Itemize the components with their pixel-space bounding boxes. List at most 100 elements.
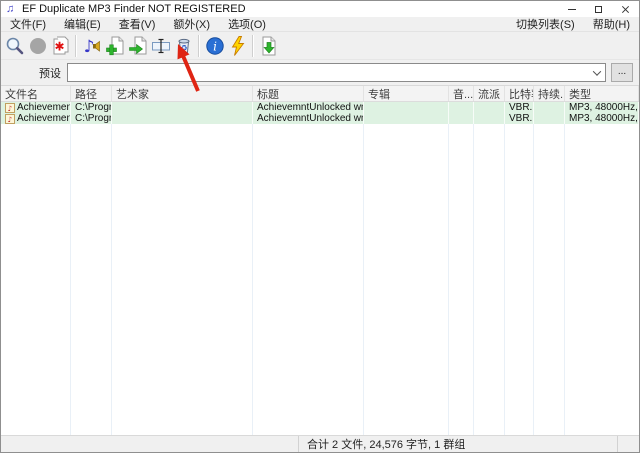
maximize-icon bbox=[595, 6, 602, 13]
menu-bar: 文件(F) 编辑(E) 查看(V) 额外(X) 选项(O) 切换列表(S) 帮助… bbox=[1, 17, 639, 32]
info-button[interactable]: i bbox=[203, 34, 226, 58]
column-header-path[interactable]: 路径 bbox=[71, 86, 112, 101]
preset-label: 预设 bbox=[39, 65, 61, 81]
search-icon bbox=[5, 36, 25, 56]
app-logo-icon: ♫ bbox=[6, 3, 18, 15]
cell-filename: ♪ AchievementU... bbox=[1, 113, 71, 124]
cell-duration bbox=[534, 113, 565, 124]
maximize-button[interactable] bbox=[585, 1, 612, 17]
status-panel-left bbox=[1, 436, 299, 452]
table-row[interactable]: ♪ AchievementU... C:\Progra... Achievemn… bbox=[1, 113, 639, 124]
cell-path: C:\Progra... bbox=[71, 113, 112, 124]
stop-icon bbox=[28, 36, 48, 56]
cell-bitrate: VBR... bbox=[505, 113, 534, 124]
svg-text:✱: ✱ bbox=[54, 39, 64, 53]
export-button[interactable] bbox=[257, 34, 280, 58]
preset-input[interactable] bbox=[68, 64, 588, 81]
empty-list-area[interactable] bbox=[1, 124, 639, 435]
delete-recycle-button[interactable]: ♻ bbox=[172, 34, 195, 58]
rename-icon bbox=[151, 36, 171, 56]
menu-edit[interactable]: 编辑(E) bbox=[55, 17, 110, 31]
column-header-album[interactable]: 专辑 bbox=[364, 86, 449, 101]
cell-album bbox=[364, 113, 449, 124]
title-bar: ♫ EF Duplicate MP3 Finder NOT REGISTERED bbox=[1, 1, 639, 17]
add-file-button[interactable] bbox=[103, 34, 126, 58]
close-button[interactable] bbox=[612, 1, 639, 17]
app-window: ♫ EF Duplicate MP3 Finder NOT REGISTERED… bbox=[0, 0, 640, 453]
minimize-icon bbox=[568, 9, 576, 10]
search-button[interactable] bbox=[3, 34, 26, 58]
menu-options[interactable]: 选项(O) bbox=[219, 17, 275, 31]
column-header-duration[interactable]: 持续... bbox=[534, 86, 565, 101]
stop-button bbox=[26, 34, 49, 58]
menu-view[interactable]: 查看(V) bbox=[110, 17, 165, 31]
table-row[interactable]: ♪ AchievementU... C:\Progra... Achievemn… bbox=[1, 102, 639, 113]
column-header-artist[interactable]: 艺术家 bbox=[112, 86, 253, 101]
svg-text:i: i bbox=[213, 39, 217, 53]
close-icon bbox=[621, 5, 630, 14]
listen-button[interactable]: ♪ bbox=[80, 34, 103, 58]
cell-type: MP3, 48000Hz, Joi bbox=[565, 102, 639, 113]
cell-path: C:\Progra... bbox=[71, 102, 112, 113]
column-header-bitrate[interactable]: 比特率 bbox=[505, 86, 534, 101]
cell-title: AchievemntUnlocked wma bbox=[253, 113, 364, 124]
cell-filename: ♪ AchievementU... bbox=[1, 102, 71, 113]
recycle-bin-icon: ♻ bbox=[174, 36, 194, 56]
svg-text:♪: ♪ bbox=[83, 37, 94, 56]
cell-track bbox=[449, 102, 474, 113]
menu-switch-list[interactable]: 切换列表(S) bbox=[507, 17, 584, 31]
new-search-button[interactable]: ✱ bbox=[49, 34, 72, 58]
rename-button[interactable] bbox=[149, 34, 172, 58]
status-bar: 合计 2 文件, 24,576 字节, 1 群组 bbox=[1, 435, 639, 452]
column-header-title[interactable]: 标题 bbox=[253, 86, 364, 101]
toolbar-separator bbox=[75, 35, 77, 57]
info-icon: i bbox=[205, 36, 225, 56]
toolbar-separator bbox=[198, 35, 200, 57]
cell-album bbox=[364, 102, 449, 113]
column-header-type[interactable]: 类型 bbox=[565, 86, 639, 101]
status-summary: 合计 2 文件, 24,576 字节, 1 群组 bbox=[299, 436, 618, 452]
filename-text: AchievementU... bbox=[17, 113, 71, 124]
chevron-down-icon bbox=[592, 67, 600, 75]
column-header-track[interactable]: 音... bbox=[449, 86, 474, 101]
column-header-genre[interactable]: 流派 bbox=[474, 86, 505, 101]
window-controls bbox=[558, 1, 639, 17]
cell-bitrate: VBR... bbox=[505, 102, 534, 113]
cell-artist bbox=[112, 113, 253, 124]
preset-combobox[interactable] bbox=[67, 63, 606, 82]
move-file-button[interactable] bbox=[126, 34, 149, 58]
window-title: EF Duplicate MP3 Finder NOT REGISTERED bbox=[22, 3, 246, 15]
cell-artist bbox=[112, 102, 253, 113]
cell-type: MP3, 48000Hz, Joi bbox=[565, 113, 639, 124]
cell-genre bbox=[474, 102, 505, 113]
minimize-button[interactable] bbox=[558, 1, 585, 17]
preset-row: 预设 ... bbox=[1, 60, 639, 86]
menu-help[interactable]: 帮助(H) bbox=[584, 17, 639, 31]
audio-file-icon: ♪ bbox=[5, 103, 15, 113]
cell-track bbox=[449, 113, 474, 124]
add-file-icon bbox=[105, 36, 125, 56]
menu-extras[interactable]: 额外(X) bbox=[164, 17, 219, 31]
menu-file[interactable]: 文件(F) bbox=[1, 17, 55, 31]
preset-browse-button[interactable]: ... bbox=[611, 63, 633, 82]
svg-text:♪: ♪ bbox=[8, 104, 13, 113]
listen-icon: ♪ bbox=[82, 36, 102, 56]
new-search-icon: ✱ bbox=[51, 36, 71, 56]
cell-title: AchievemntUnlocked wma bbox=[253, 102, 364, 113]
lightning-icon bbox=[228, 36, 248, 56]
move-file-icon bbox=[128, 36, 148, 56]
preset-dropdown-button[interactable] bbox=[588, 64, 605, 81]
svg-text:♻: ♻ bbox=[180, 43, 187, 52]
column-header-filename[interactable]: 文件名 bbox=[1, 86, 71, 101]
status-panel-right bbox=[618, 436, 639, 452]
svg-text:♪: ♪ bbox=[8, 115, 13, 124]
table-header: 文件名 路径 艺术家 标题 专辑 音... 流派 比特率 持续... 类型 bbox=[1, 86, 639, 102]
options-button[interactable] bbox=[226, 34, 249, 58]
results-table: 文件名 路径 艺术家 标题 专辑 音... 流派 比特率 持续... 类型 ♪ … bbox=[1, 86, 639, 435]
toolbar: ✱ ♪ bbox=[1, 32, 639, 60]
cell-duration bbox=[534, 102, 565, 113]
cell-genre bbox=[474, 113, 505, 124]
filename-text: AchievementU... bbox=[17, 102, 71, 113]
audio-file-icon: ♪ bbox=[5, 114, 15, 124]
toolbar-separator bbox=[252, 35, 254, 57]
